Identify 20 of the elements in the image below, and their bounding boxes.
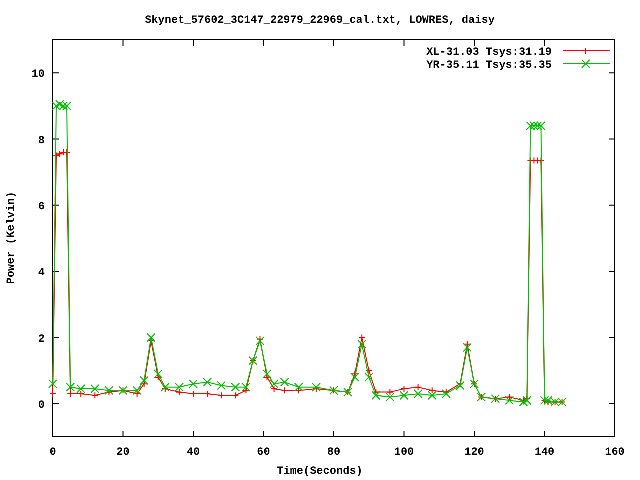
tick-label: 140 bbox=[534, 447, 555, 459]
tick-label: 40 bbox=[186, 447, 200, 459]
tick-label: 8 bbox=[38, 135, 45, 148]
axis-label: Power (Kelvin) bbox=[6, 192, 18, 284]
tick-label: 6 bbox=[38, 201, 45, 214]
tick-label: 10 bbox=[32, 69, 45, 82]
tick-label: 2 bbox=[38, 334, 45, 346]
tick-label: 80 bbox=[327, 447, 341, 459]
tick-label: 160 bbox=[605, 447, 625, 459]
tick-label: 0 bbox=[38, 400, 45, 412]
tick-label: 100 bbox=[394, 447, 414, 459]
tick-label: 60 bbox=[257, 447, 270, 459]
axis-label: Time(Seconds) bbox=[277, 466, 363, 478]
chart-title: Skynet_57602_3C147_22979_22969_cal.txt, LOWRES, daisy bbox=[145, 15, 495, 27]
tick-label: 20 bbox=[116, 447, 130, 459]
tick-label: 0 bbox=[50, 447, 56, 459]
legend-label: XL-31.03 Tsys:31.19 bbox=[426, 47, 552, 59]
legend-label: YR-35.11 Tsys:35.35 bbox=[426, 60, 552, 72]
tick-label: 120 bbox=[464, 447, 484, 459]
tick-label: 4 bbox=[38, 268, 45, 280]
